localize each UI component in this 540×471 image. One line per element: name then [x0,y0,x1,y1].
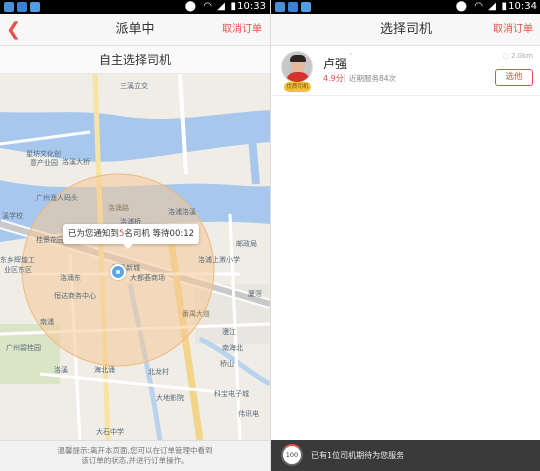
map-label: 星坊文化创 [26,150,61,158]
map-label: 恒达商务中心 [54,292,96,300]
map-label: 业区东区 [4,266,32,274]
countdown-ring: 100 [281,444,303,466]
waiting-bar: 100 已有1位司机期待为您服务 [271,440,540,471]
driver-distance: ◌ 2.0km [502,52,533,60]
map-label: 漫江 [222,328,236,336]
clock: 10:34 [508,1,537,12]
map-label: 北龙村 [148,368,169,376]
app-icon [288,2,298,12]
waiting-text: 已有1位司机期待为您服务 [311,451,405,460]
map-label: 南浦 [40,318,54,326]
choose-driver-button[interactable]: 选他 [495,69,533,86]
location-icon: ⬤ [455,1,467,12]
dispatch-screen: ⬤ ◠ ◢ ▮ 10:33 ❮ 派单中 取消订单 自主选择司机 三溪立交 星坊文… [0,0,270,471]
clock: 10:33 [237,1,266,12]
map-label: 南海北 [222,344,243,352]
map-label: 溪学校 [2,212,23,220]
signal-icon: ◢ [217,1,225,12]
app-icon [30,2,40,12]
status-bar: ⬤ ◠ ◢ ▮ 10:33 [0,0,270,14]
map-label: 大都荟商场 [130,274,165,282]
battery-icon: ▮ [230,1,236,12]
avatar [281,51,313,83]
map-label: 洛溪大桥 [62,158,90,166]
map-label: 大地影院 [156,394,184,402]
map-label: 科宝电子城 [214,390,249,398]
map-label: 邮政局 [236,240,257,248]
quality-driver-badge: 优质司机 [284,82,311,92]
map-label: 洛浦洛溪 [168,208,196,216]
map-label: 洛溪 [54,366,68,374]
nav-bar: 选择司机 取消订单 [271,14,540,46]
map-view[interactable]: 三溪立交 星坊文化创 意产业园 洛溪大桥 广州渔人码头 溪学校 洛涌路 洛浦洛溪… [0,74,270,440]
map-label: 洛浦上漖小学 [198,256,240,264]
chevron-up-icon: ˆ [349,53,353,61]
divider: | [343,73,346,82]
location-icon: ⬤ [184,1,196,12]
app-icon [301,2,311,12]
status-bar: ⬤ ◠ ◢ ▮ 10:34 [271,0,540,14]
nav-bar: ❮ 派单中 取消订单 [0,14,270,46]
tip-notice: 温馨提示:离开本页面,您可以在订单管理中看到 该订单的状态,并进行订单操作。 [0,440,270,471]
driver-service-count: 近期服务84次 [349,74,397,83]
map-label: 三溪立交 [120,82,148,90]
cancel-order-button[interactable]: 取消订单 [222,14,262,46]
driver-card[interactable]: 优质司机 卢强 ˆ 4.9分 | 近期服务84次 ◌ 2.0km 选他 [271,46,540,96]
page-subtitle: 自主选择司机 [0,46,270,74]
map-label: 海北涌 [94,366,115,374]
map-label: 桥山 [220,360,234,368]
map-label: 意产业园 [30,159,58,167]
wifi-icon: ◠ [474,1,483,12]
app-icon [275,2,285,12]
map-label: 东乡辉煌工 [0,256,35,264]
map-label: 广州碧桂园 [6,344,41,352]
battery-icon: ▮ [501,1,507,12]
driver-name: 卢强 [323,57,348,71]
cancel-order-button[interactable]: 取消订单 [493,14,533,46]
map-label: 伟讯电 [238,410,259,418]
app-icon [4,2,14,12]
location-icon: ◌ [502,52,511,60]
driver-rating: 4.9分 [323,74,344,83]
map-label: 桂景花园 [36,236,64,244]
map-label: 广州渔人码头 [36,194,78,202]
map-label: 大石中学 [96,428,124,436]
pin-icon [110,264,126,280]
map-label: 洛涌东 [60,274,81,282]
map-label: 番禺大道 [182,310,210,318]
map-label: 厦滘 [248,290,262,298]
notified-drivers-bubble: 已为您通知到5名司机 等待00:12 [63,224,199,249]
wifi-icon: ◠ [203,1,212,12]
choose-driver-screen: ⬤ ◠ ◢ ▮ 10:34 选择司机 取消订单 优质司机 卢强 ˆ 4.9分 |… [270,0,540,471]
signal-icon: ◢ [488,1,496,12]
app-icon [17,2,27,12]
map-label: 洛涌路 [108,204,129,212]
